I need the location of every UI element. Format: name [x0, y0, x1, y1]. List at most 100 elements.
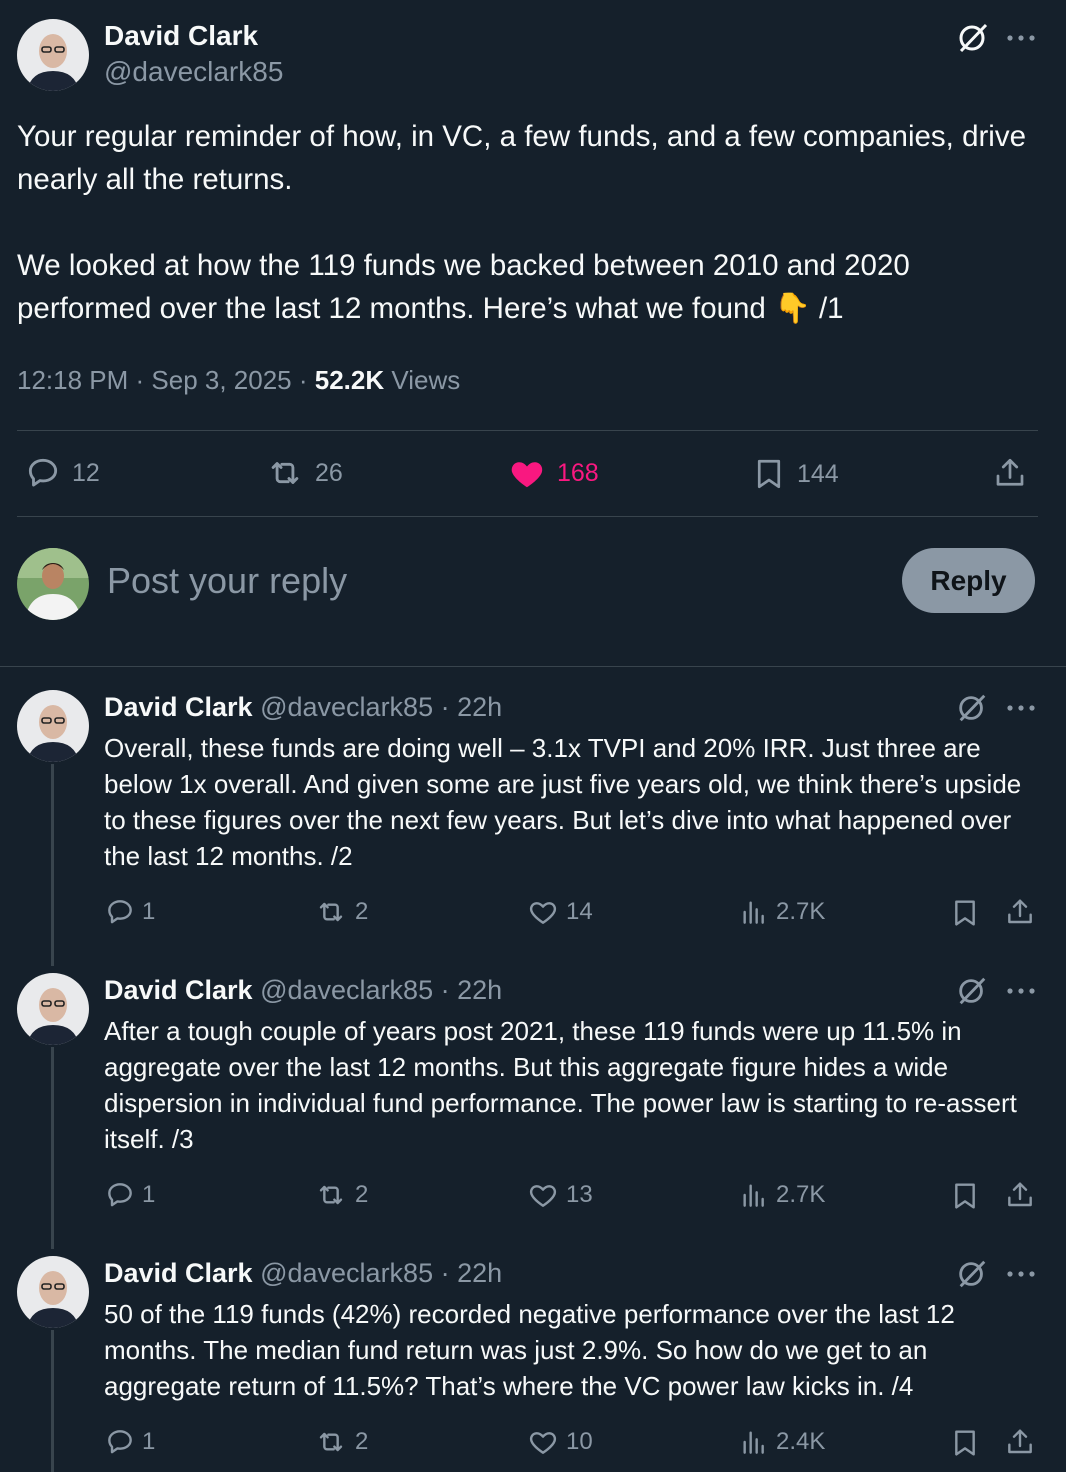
post-paragraph-2: We looked at how the 119 funds we backed… — [17, 249, 910, 325]
post-time[interactable]: 12:18 PM — [17, 365, 128, 395]
grok-icon[interactable] — [955, 1257, 989, 1291]
reply-input[interactable]: Post your reply — [107, 558, 347, 604]
like-button[interactable]: 14 — [526, 896, 593, 928]
repost-button[interactable]: 2 — [313, 1179, 368, 1211]
repost-icon — [319, 902, 343, 922]
divider — [0, 666, 1066, 667]
grok-icon[interactable] — [955, 20, 991, 56]
pointing-down-emoji: 👇 — [774, 292, 811, 325]
reply-submit-button[interactable]: Reply — [902, 548, 1035, 613]
share-button[interactable] — [1004, 1179, 1036, 1211]
repost-button[interactable]: 2 — [313, 896, 368, 928]
bookmark-icon — [757, 459, 781, 489]
like-count: 14 — [566, 898, 593, 925]
analytics-icon — [743, 1184, 764, 1207]
bookmark-button[interactable] — [949, 1179, 981, 1213]
author-handle[interactable]: @daveclark85 — [260, 692, 433, 722]
divider — [17, 430, 1038, 431]
share-icon — [1008, 1182, 1032, 1207]
heart-icon — [529, 1432, 557, 1454]
share-icon — [1008, 899, 1032, 924]
like-button[interactable]: 168 — [507, 454, 599, 492]
reply-button[interactable]: 1 — [104, 1426, 155, 1458]
reply-button[interactable]: 1 — [104, 1179, 155, 1211]
reply-count: 1 — [142, 1181, 156, 1208]
reply-icon — [108, 1430, 132, 1454]
reply-time[interactable]: 22h — [457, 1258, 502, 1288]
like-button[interactable]: 13 — [526, 1179, 593, 1211]
like-button[interactable]: 10 — [526, 1426, 593, 1458]
views-button[interactable]: 2.7K — [738, 896, 825, 928]
author-avatar[interactable] — [17, 1256, 89, 1328]
repost-count: 2 — [355, 898, 369, 925]
reply-icon — [108, 1183, 132, 1207]
like-count: 10 — [566, 1428, 593, 1455]
thread-line — [51, 1047, 54, 1249]
current-user-avatar[interactable] — [17, 548, 89, 620]
share-button[interactable] — [1004, 896, 1036, 928]
share-icon — [996, 458, 1024, 486]
views-count: 2.7K — [776, 898, 826, 925]
more-options-icon[interactable] — [1005, 694, 1037, 722]
heart-icon — [529, 902, 557, 924]
post-text: Your regular reminder of how, in VC, a f… — [17, 115, 1027, 330]
views-count: 52.2K — [314, 365, 385, 395]
bookmark-icon — [955, 1430, 975, 1456]
author-handle[interactable]: @daveclark85 — [260, 975, 433, 1005]
share-button[interactable] — [1004, 1426, 1036, 1458]
heart-filled-icon — [511, 462, 543, 488]
repost-count: 2 — [355, 1181, 369, 1208]
post-meta: 12:18 PM · Sep 3, 2025 · 52.2K Views — [17, 365, 461, 395]
repost-button[interactable]: 2 — [313, 1426, 368, 1458]
reply-button[interactable]: 1 — [104, 896, 155, 928]
views-button[interactable]: 2.4K — [738, 1426, 825, 1458]
reply-time[interactable]: 22h — [457, 692, 502, 722]
views-count: 2.7K — [776, 1181, 826, 1208]
post-paragraph-1: Your regular reminder of how, in VC, a f… — [17, 120, 1027, 196]
grok-icon[interactable] — [955, 974, 989, 1008]
repost-count: 2 — [355, 1428, 369, 1455]
like-count: 168 — [557, 458, 599, 487]
author-handle[interactable]: @daveclark85 — [260, 1258, 433, 1288]
heart-icon — [529, 1185, 557, 1207]
bookmark-count: 144 — [797, 459, 839, 488]
author-handle[interactable]: @daveclark85 — [104, 54, 283, 90]
views-button[interactable]: 2.7K — [738, 1179, 825, 1211]
post-date[interactable]: Sep 3, 2025 — [151, 365, 291, 395]
reply-text: After a tough couple of years post 2021,… — [104, 1016, 1017, 1154]
bookmark-button[interactable] — [949, 1426, 981, 1460]
divider — [17, 516, 1038, 517]
reply-count: 12 — [72, 458, 100, 487]
bookmark-button[interactable]: 144 — [751, 454, 839, 494]
author-avatar[interactable] — [17, 19, 89, 91]
reply-text: Overall, these funds are doing well – 3.… — [104, 733, 1022, 871]
reply-header: David Clark @daveclark85 · 22h — [104, 692, 503, 722]
thread-line — [51, 1330, 54, 1472]
repost-button[interactable]: 26 — [265, 454, 343, 492]
reply-time[interactable]: 22h — [457, 975, 502, 1005]
analytics-icon — [743, 901, 764, 924]
views-count: 2.4K — [776, 1428, 826, 1455]
share-icon — [1008, 1429, 1032, 1454]
more-options-icon[interactable] — [1005, 24, 1037, 52]
bookmark-icon — [955, 900, 975, 926]
reply-button[interactable]: 12 — [24, 454, 100, 492]
author-avatar[interactable] — [17, 690, 89, 762]
grok-icon[interactable] — [955, 691, 989, 725]
bookmark-button[interactable] — [949, 896, 981, 930]
reply-icon — [28, 458, 58, 487]
more-options-icon[interactable] — [1005, 1260, 1037, 1288]
repost-icon — [319, 1185, 343, 1205]
author-name[interactable]: David Clark — [104, 975, 253, 1005]
share-button[interactable] — [992, 455, 1028, 491]
reply-text: 50 of the 119 funds (42%) recorded negat… — [104, 1299, 955, 1401]
reply-count: 1 — [142, 898, 156, 925]
repost-icon — [319, 1432, 343, 1452]
author-name[interactable]: David Clark — [104, 1258, 253, 1288]
like-count: 13 — [566, 1181, 593, 1208]
author-name[interactable]: David Clark — [104, 692, 253, 722]
more-options-icon[interactable] — [1005, 977, 1037, 1005]
author-name[interactable]: David Clark — [104, 18, 258, 54]
author-avatar[interactable] — [17, 973, 89, 1045]
reply-header: David Clark @daveclark85 · 22h — [104, 1258, 503, 1288]
